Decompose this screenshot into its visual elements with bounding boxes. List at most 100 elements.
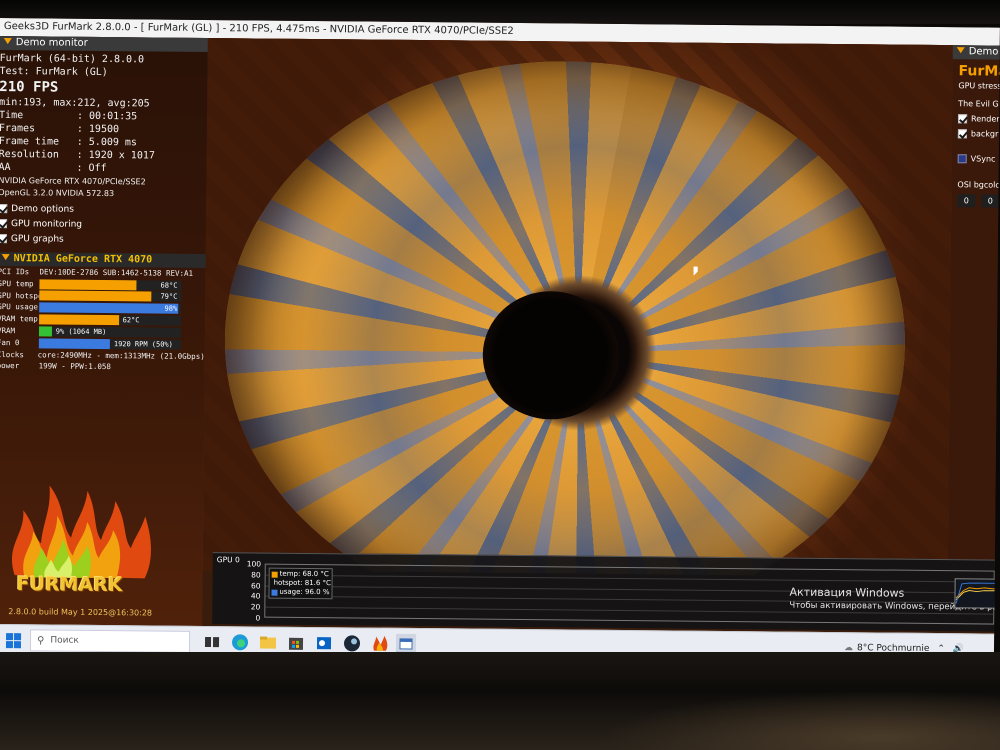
gpu-row-bar: 79°C — [39, 290, 182, 303]
option-checkbox[interactable] — [0, 218, 8, 229]
windows-start-icon[interactable] — [5, 633, 22, 649]
gpu-row-label: GPU temp — [0, 278, 34, 289]
right-panel-subtitle: GPU stress — [958, 81, 1000, 91]
demo-options-title: Demo — [968, 46, 999, 58]
legend-label: temp: 68.0 °C — [279, 569, 329, 579]
legend-swatch — [271, 589, 278, 596]
gpu-row-value: 79°C — [160, 293, 178, 302]
task-view-icon[interactable] — [202, 632, 222, 652]
outlook-icon[interactable] — [314, 633, 334, 653]
right-panel-checks: Render backgr — [952, 111, 1000, 142]
gpu-row-bar: 1920 RPM (50%) — [38, 338, 181, 350]
gpu-row-bar-fill — [38, 338, 110, 349]
legend-entry: usage: 96.0 % — [271, 587, 330, 598]
option-label: GPU monitoring — [10, 218, 83, 230]
store-icon[interactable] — [286, 633, 306, 653]
render-viewport[interactable] — [202, 37, 953, 578]
osi-bgcolor-label: OSI bgcolor — [957, 180, 1000, 190]
option-label: Render — [971, 114, 1000, 124]
gpu-row-bar: 9% (1064 MB) — [38, 326, 182, 338]
gpu-row-label: VRAM — [0, 325, 16, 336]
vsync-label: VSync — [970, 154, 996, 164]
gpu-row-value: 62°C — [122, 316, 140, 325]
gpu-graph-label: GPU 0 — [216, 555, 240, 565]
osi-bgcolor-field[interactable]: 0 — [981, 194, 1000, 208]
stat-key: Resolution — [0, 148, 59, 161]
stat-rows: Time:00:01:35 Frames:19500 Frame time:5.00… — [0, 109, 207, 176]
graph-y-tick: 40 — [250, 591, 261, 601]
gpu-row-label: GPU hotspot — [0, 290, 40, 301]
stat-key: Frames — [0, 122, 36, 135]
collapse-triangle-icon[interactable] — [956, 47, 965, 54]
gpu-row-label: GPU usage — [0, 302, 38, 312]
demo-monitor-header[interactable]: Demo monitor — [0, 35, 208, 52]
demo-option-gpu-graphs[interactable]: GPU graphs — [0, 231, 206, 248]
legend-label: usage: 96.0 % — [279, 587, 330, 597]
graph-y-tick: 80 — [251, 570, 261, 580]
gpu-row-value: 98% — [164, 304, 178, 313]
stat-value: 1920 x 1017 — [88, 149, 155, 162]
gpu-monitor-table: PCI IDs DEV:10DE-2786 SUB:1462-5138 REV:A… — [0, 266, 206, 374]
furmark-taskbar-icon[interactable] — [370, 634, 390, 654]
option-checkbox[interactable] — [0, 233, 7, 244]
gpu-row-text: 199W - PPW:1.058 — [38, 361, 111, 372]
right-panel-option[interactable]: Render — [958, 111, 1000, 127]
osi-bgcolor-field[interactable]: 0 — [957, 194, 976, 208]
gl-version: OpenGL 3.2.0 NVIDIA 572.83 — [0, 187, 115, 199]
gpu-row-label: Clocks — [0, 349, 24, 359]
gpu-row: power 199W - PPW:1.058 — [0, 360, 205, 374]
edge-browser-icon[interactable] — [230, 632, 250, 652]
option-checkbox[interactable] — [0, 203, 8, 214]
gpu-row-bar-fill — [39, 314, 119, 326]
taskbar-search-input[interactable]: ⚲ Поиск — [29, 629, 191, 653]
gpu-row-text: DEV:10DE-2786 SUB:1462-5138 REV:A1 — [39, 267, 194, 278]
fps-readout: 210 FPS — [0, 78, 59, 96]
collapse-triangle-icon[interactable] — [1, 254, 10, 261]
search-placeholder: Поиск — [50, 635, 79, 646]
option-label: backgr — [970, 129, 999, 139]
gpu-row-label: power — [0, 361, 20, 371]
stat-key: Time — [0, 109, 24, 122]
gpu-row-bar-fill — [38, 326, 52, 337]
furmark-logo-text: FURMARK — [16, 573, 123, 597]
screen: Geeks3D FurMark 2.8.0.0 - [ FurMark (GL)… — [0, 18, 1000, 668]
stat-separator: : — [76, 149, 83, 161]
gridline — [265, 574, 994, 583]
graph-legend: temp: 68.0 °C hotspot: 81.6 °C usage: 96.0… — [268, 567, 333, 600]
gpu-row-bar: 62°C — [39, 314, 182, 326]
graph-y-tick: 0 — [255, 613, 261, 623]
stat-key: AA — [0, 161, 11, 174]
demo-stats: FurMark (64-bit) 2.8.0.0 Test: FurMark (… — [0, 50, 208, 176]
mouse-cursor-icon — [693, 266, 698, 276]
stat-value: 5.009 ms — [88, 136, 138, 149]
gpu-row-bar-fill — [39, 302, 179, 315]
graph-y-tick: 60 — [250, 581, 261, 591]
demo-options-panel: Demo FurMark GPU stress The Evil GP Rend… — [947, 45, 1000, 566]
gpu-row-label: PCI IDs — [0, 266, 30, 277]
stat-separator: : — [76, 162, 83, 174]
gpu-row-value: 68°C — [160, 281, 178, 290]
active-app-icon[interactable] — [395, 633, 417, 655]
legend-swatch — [271, 571, 278, 578]
file-explorer-icon[interactable] — [258, 633, 278, 653]
gpu-section-title: NVIDIA GeForce RTX 4070 — [13, 253, 153, 266]
gpu-graph-panel: GPU 0 100 80 60 40 20 0 temp: 68.0 °C hotspot:… — [212, 552, 1000, 632]
build-info: 2.8.0.0 build May 1 2025@16:30:28 — [8, 607, 153, 618]
graph-y-tick: 20 — [250, 602, 261, 612]
vsync-option[interactable]: VSync — [957, 151, 1000, 167]
vsync-checkbox[interactable] — [957, 154, 967, 164]
gpu-row-label: Fan 0 — [0, 337, 20, 347]
stat-value: 00:01:35 — [89, 110, 138, 123]
right-panel-option[interactable]: backgr — [957, 126, 1000, 142]
right-panel-section: The Evil GP — [958, 99, 1000, 109]
demo-options-header[interactable]: Demo — [952, 45, 1000, 60]
graph-y-tick: 100 — [246, 559, 262, 569]
osi-bgcolor-fields: 0 0 — [957, 194, 1000, 208]
collapse-triangle-icon[interactable] — [3, 38, 12, 45]
option-checkbox[interactable] — [957, 129, 967, 139]
steam-icon[interactable] — [342, 633, 362, 653]
fur-center-hole — [482, 290, 620, 420]
gpu-renderer: NVIDIA GeForce RTX 4070/PCIe/SSE2 — [0, 175, 146, 187]
option-checkbox[interactable] — [958, 114, 968, 124]
option-label: Demo options — [11, 203, 74, 215]
